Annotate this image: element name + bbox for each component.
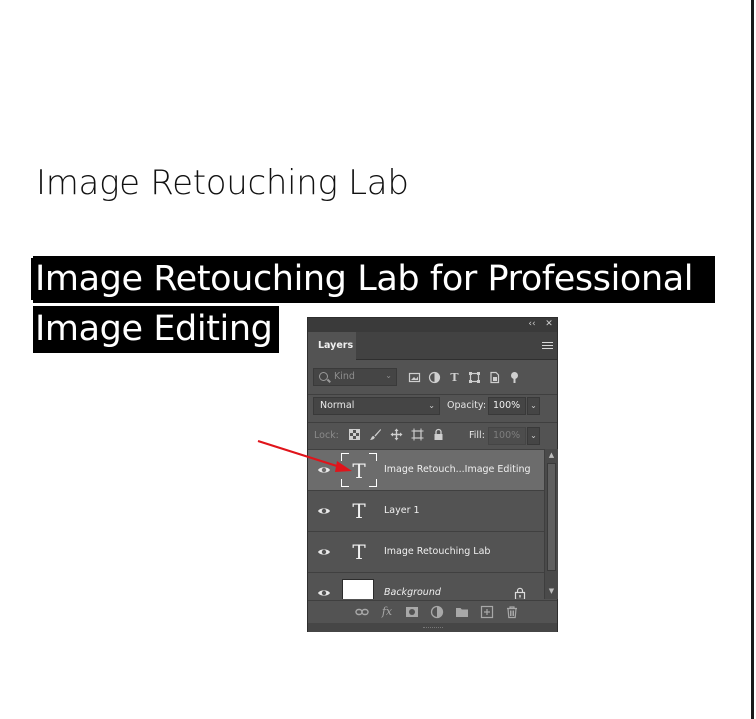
- blend-row: Normal ⌄ Opacity: 100% ⌄: [308, 394, 557, 416]
- panel-menu-icon[interactable]: [542, 340, 553, 352]
- adjustment-filter-icon[interactable]: [428, 371, 441, 384]
- trash-icon[interactable]: [505, 605, 519, 619]
- selected-text-line-1[interactable]: Image Retouching Lab for Professional: [33, 256, 715, 303]
- filter-toggle-icon[interactable]: [508, 371, 521, 384]
- layers-bottom-toolbar: fx: [308, 600, 557, 622]
- opacity-label: Opacity:: [447, 400, 487, 411]
- collapse-panel-button[interactable]: ‹‹: [525, 318, 539, 332]
- lock-artboard-icon[interactable]: [411, 428, 424, 441]
- eye-icon[interactable]: [317, 586, 331, 599]
- layer-name[interactable]: Background: [384, 587, 441, 598]
- chevron-down-icon: ⌄: [385, 371, 392, 380]
- layer-row-background[interactable]: Background: [308, 572, 544, 599]
- new-layer-icon[interactable]: [480, 605, 494, 619]
- lock-label: Lock:: [314, 430, 339, 441]
- background-layer-thumbnail: [342, 579, 374, 599]
- eye-icon[interactable]: [317, 504, 331, 518]
- shape-filter-icon[interactable]: [468, 371, 481, 384]
- lock-row: Lock: Fill: 100% ⌄: [308, 422, 557, 446]
- scroll-down-icon[interactable]: ▼: [545, 587, 558, 597]
- text-layer-thumbnail: T: [341, 494, 377, 528]
- smart-object-filter-icon[interactable]: [488, 371, 501, 384]
- text-layer-thumbnail: T: [341, 453, 377, 487]
- type-t-icon: T: [352, 459, 366, 483]
- lock-icons: [348, 428, 445, 441]
- lock-transparent-pixels-icon[interactable]: [348, 428, 361, 441]
- adjustment-layer-icon[interactable]: [430, 605, 444, 619]
- fill-input[interactable]: 100%: [488, 427, 526, 445]
- lock-icon[interactable]: [514, 587, 526, 599]
- bottom-icons: fx: [355, 605, 519, 619]
- blend-mode-value: Normal: [320, 400, 355, 411]
- chevron-down-icon: ⌄: [428, 401, 435, 410]
- panel-resize-grip[interactable]: [308, 623, 557, 632]
- type-filter-icon[interactable]: T: [448, 371, 461, 384]
- layers-panel: ‹‹ ✕ Layers Kind ⌄ T Normal ⌄ Opacity: 1…: [307, 317, 558, 632]
- layer-name[interactable]: Image Retouching Lab: [384, 546, 490, 557]
- link-layers-icon[interactable]: [355, 605, 369, 619]
- add-mask-icon[interactable]: [405, 605, 419, 619]
- selected-text-line-2[interactable]: Image Editing: [33, 306, 279, 353]
- layers-scrollbar[interactable]: ▲ ▼: [544, 449, 558, 599]
- type-t-icon: T: [352, 540, 366, 564]
- close-panel-button[interactable]: ✕: [542, 318, 556, 332]
- tab-layers[interactable]: Layers: [308, 332, 356, 360]
- layer-row-image-retouching-lab[interactable]: T Image Retouching Lab: [308, 531, 544, 572]
- lock-position-move-icon[interactable]: [390, 428, 403, 441]
- scroll-up-icon[interactable]: ▲: [545, 451, 558, 461]
- layer-name[interactable]: Image Retouch...Image Editing: [384, 464, 531, 475]
- text-layer-thumbnail: T: [341, 535, 377, 569]
- search-icon: [319, 372, 328, 381]
- type-t-icon: T: [352, 499, 366, 523]
- filter-icons: T: [408, 369, 521, 385]
- blend-mode-select[interactable]: Normal ⌄: [313, 397, 440, 415]
- eye-icon[interactable]: [317, 545, 331, 559]
- scroll-thumb[interactable]: [547, 463, 556, 571]
- filter-row: Kind ⌄ T: [308, 365, 557, 389]
- opacity-dropdown-button[interactable]: ⌄: [527, 397, 540, 415]
- canvas-right-edge: [751, 0, 754, 719]
- layer-name[interactable]: Layer 1: [384, 505, 420, 516]
- panel-title-bar[interactable]: ‹‹ ✕: [308, 318, 557, 332]
- document-heading-text[interactable]: Image Retouching Lab: [36, 163, 409, 203]
- opacity-input[interactable]: 100%: [488, 397, 526, 415]
- layer-row-image-retouch[interactable]: T Image Retouch...Image Editing: [308, 449, 544, 490]
- layers-list: T Image Retouch...Image Editing T Layer …: [308, 449, 544, 599]
- panel-tab-bar: Layers: [308, 332, 557, 360]
- image-filter-icon[interactable]: [408, 371, 421, 384]
- fill-dropdown-button[interactable]: ⌄: [527, 427, 540, 445]
- fx-icon[interactable]: fx: [380, 605, 394, 619]
- kind-filter-select[interactable]: Kind ⌄: [313, 368, 397, 386]
- lock-all-icon[interactable]: [432, 428, 445, 441]
- layer-row-layer-1[interactable]: T Layer 1: [308, 490, 544, 531]
- kind-filter-placeholder: Kind: [334, 371, 355, 382]
- fill-label: Fill:: [469, 430, 485, 441]
- group-folder-icon[interactable]: [455, 605, 469, 619]
- lock-image-pixels-brush-icon[interactable]: [369, 428, 382, 441]
- eye-icon[interactable]: [317, 463, 331, 477]
